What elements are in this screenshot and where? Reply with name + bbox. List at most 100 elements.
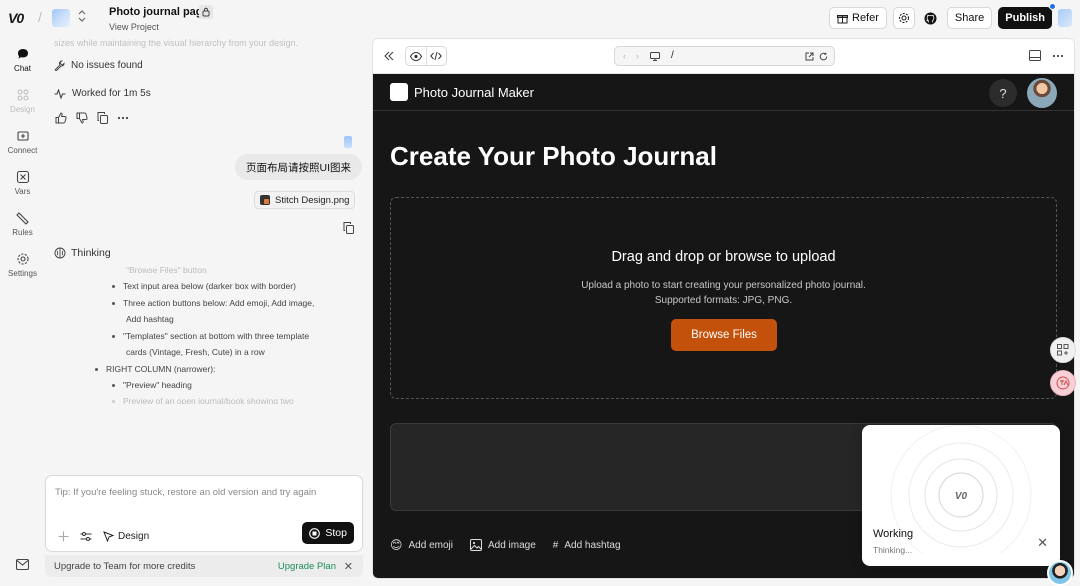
close-icon[interactable]: ✕ xyxy=(344,560,353,573)
ruler-icon xyxy=(15,212,29,225)
no-issues-row: No issues found xyxy=(54,60,143,71)
project-title[interactable]: Photo journal page xyxy=(109,6,209,18)
toast-close-icon[interactable]: ✕ xyxy=(1037,535,1048,551)
plus-icon[interactable] xyxy=(58,531,69,542)
more-options-icon[interactable] xyxy=(1052,54,1064,58)
publish-button[interactable]: Publish xyxy=(998,3,1056,29)
widget-add-icon xyxy=(1057,344,1069,356)
stop-label: Stop xyxy=(325,527,347,539)
thumbs-up-icon[interactable] xyxy=(55,112,67,124)
rail-item-settings[interactable]: Settings xyxy=(0,252,45,278)
app-name: Photo Journal Maker xyxy=(414,85,534,100)
thinking-toggle[interactable]: Thinking xyxy=(54,247,111,259)
rail-item-connect[interactable]: Connect xyxy=(0,129,45,155)
page-title: Create Your Photo Journal xyxy=(390,141,717,171)
help-button[interactable]: ? xyxy=(989,79,1017,107)
toast-title: Working xyxy=(873,528,914,540)
app-user-avatar[interactable] xyxy=(1027,78,1057,108)
rail-item-chat[interactable]: Chat xyxy=(0,47,45,73)
image-thumbnail-icon xyxy=(260,195,270,205)
rail-item-rules[interactable]: Rules xyxy=(0,211,45,237)
forward-arrow-icon[interactable]: › xyxy=(636,51,639,61)
hashtag-icon: # xyxy=(552,539,559,551)
mail-icon[interactable] xyxy=(15,557,30,575)
user-message-bubble: 页面布局请按照UI图来 xyxy=(235,154,362,180)
chat-bubble-icon xyxy=(17,49,28,59)
thinking-content: "Browse Files" button Text input area be… xyxy=(59,264,359,404)
app-logo xyxy=(390,83,408,101)
copy-icon[interactable] xyxy=(97,112,108,124)
chevron-updown-icon[interactable] xyxy=(78,10,86,25)
preview-mode-button[interactable] xyxy=(406,47,426,65)
rail-item-design[interactable]: Design xyxy=(0,88,45,114)
design-label: Design xyxy=(118,531,150,542)
svg-text:V0: V0 xyxy=(955,491,968,502)
browse-files-button[interactable]: Browse Files xyxy=(671,319,777,351)
previous-message-tail: sizes while maintaining the visual hiera… xyxy=(54,38,299,48)
more-icon[interactable] xyxy=(117,116,129,120)
sliders-icon[interactable] xyxy=(80,531,92,542)
chat-composer[interactable]: Tip: If you're feeling stuck, restore an… xyxy=(45,475,363,552)
add-hashtag-label: Add hashtag xyxy=(564,539,621,551)
composer-placeholder[interactable]: Tip: If you're feeling stuck, restore an… xyxy=(55,487,316,498)
monitor-icon[interactable] xyxy=(650,52,660,61)
code-icon xyxy=(430,51,443,61)
rail-label-settings: Settings xyxy=(8,269,37,278)
view-toggle xyxy=(405,46,447,66)
upload-dropzone[interactable]: Drag and drop or browse to upload Upload… xyxy=(390,197,1057,399)
working-toast: V0 Working Thinking... ✕ xyxy=(862,425,1060,566)
thinking-line: "Templates" section at bottom with three… xyxy=(112,328,309,345)
github-button[interactable] xyxy=(921,7,941,29)
thinking-line: Text input area below (darker box with b… xyxy=(112,278,296,295)
variable-icon xyxy=(16,170,29,184)
design-mode-button[interactable]: Design xyxy=(103,531,149,542)
notification-dot xyxy=(1049,3,1056,10)
preview-toolbar: ‹ › / xyxy=(373,39,1074,74)
v0-logo[interactable]: V0 xyxy=(8,10,24,26)
emoji-icon: 😊 xyxy=(390,538,403,552)
add-image-button[interactable]: Add image xyxy=(469,539,536,551)
thumbs-down-icon[interactable] xyxy=(76,112,88,124)
settings-gear-icon xyxy=(16,253,29,265)
rail-label-connect: Connect xyxy=(7,146,38,155)
share-button[interactable]: Share xyxy=(946,7,993,29)
stop-button[interactable]: Stop xyxy=(302,522,354,544)
rail-label-vars: Vars xyxy=(14,187,31,196)
lock-icon[interactable] xyxy=(199,5,213,19)
app-header: Photo Journal Maker ? xyxy=(373,74,1074,111)
connect-icon xyxy=(16,131,29,141)
team-avatar[interactable] xyxy=(52,9,70,27)
add-hashtag-button[interactable]: # Add hashtag xyxy=(553,540,621,551)
view-project-link[interactable]: View Project xyxy=(109,22,159,32)
attachment-chip[interactable]: Stitch Design.png xyxy=(254,191,356,209)
rail-label-rules: Rules xyxy=(12,228,33,237)
rail-item-vars[interactable]: Vars xyxy=(0,170,45,196)
back-arrow-icon[interactable]: ‹ xyxy=(623,51,626,61)
thinking-line: "Preview" heading xyxy=(112,377,192,394)
no-issues-text: No issues found xyxy=(71,60,143,71)
upgrade-plan-link[interactable]: Upgrade Plan xyxy=(278,561,336,572)
copy-message-icon[interactable] xyxy=(343,221,354,239)
cursor-icon xyxy=(103,531,114,542)
refer-button[interactable]: Refer xyxy=(829,7,887,29)
design-grid-icon xyxy=(17,89,28,101)
code-mode-button[interactable] xyxy=(425,47,447,65)
refresh-icon[interactable] xyxy=(819,52,828,61)
thinking-line: RIGHT COLUMN (narrower): xyxy=(95,361,215,378)
add-emoji-button[interactable]: 😊 Add emoji xyxy=(390,538,453,552)
collapse-left-icon[interactable] xyxy=(384,51,394,61)
left-rail: Chat Design Connect Vars Rules Settings xyxy=(0,38,45,586)
external-link-icon[interactable] xyxy=(805,52,814,61)
thinking-line: Preview of an open journal/book showing … xyxy=(112,393,294,404)
panel-layout-icon[interactable] xyxy=(1029,50,1041,61)
translate-button[interactable] xyxy=(1050,370,1076,396)
widget-add-button[interactable] xyxy=(1050,337,1076,363)
url-bar[interactable]: ‹ › / xyxy=(614,46,835,66)
settings-button[interactable] xyxy=(892,7,915,29)
assistant-avatar[interactable] xyxy=(1047,560,1073,586)
worked-row: Worked for 1m 5s xyxy=(54,88,151,99)
thinking-label: Thinking xyxy=(71,247,111,259)
share-label: Share xyxy=(954,12,985,24)
user-avatar[interactable] xyxy=(1058,9,1072,27)
rail-label-chat: Chat xyxy=(14,64,31,73)
